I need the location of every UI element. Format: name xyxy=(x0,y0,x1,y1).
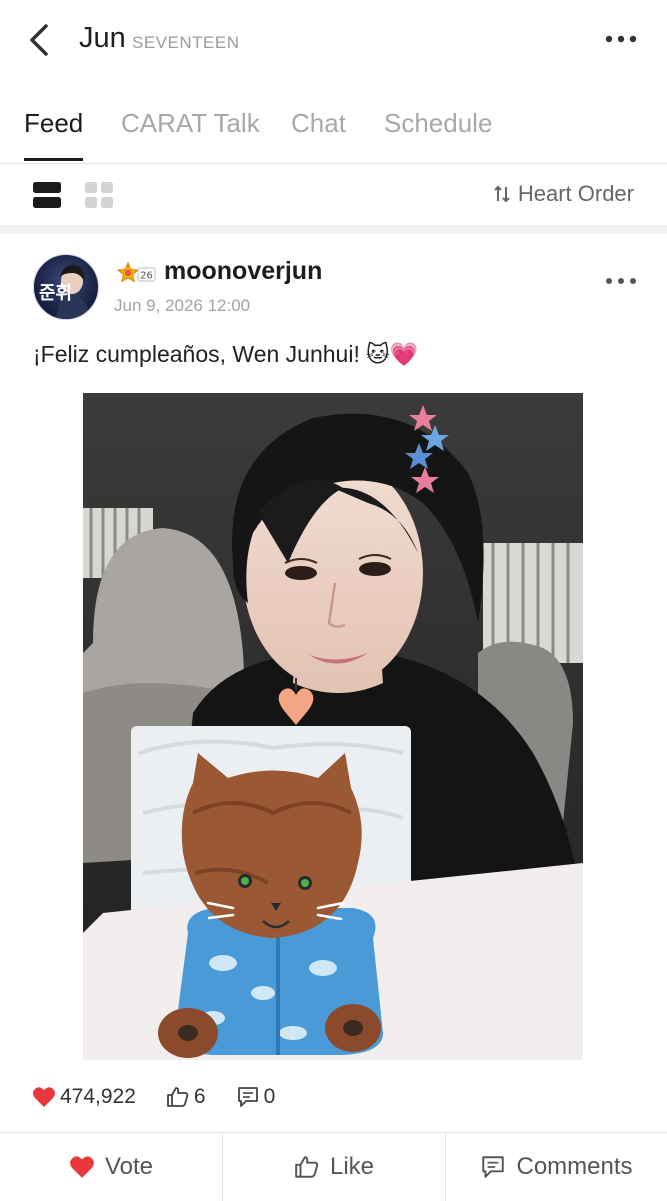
like-label: Like xyxy=(329,1153,375,1180)
thumbs-up-icon xyxy=(295,1156,319,1178)
photo-illustration xyxy=(83,393,583,1060)
vote-button[interactable]: Vote xyxy=(0,1133,222,1201)
avatar-text: 준휘 xyxy=(39,282,72,304)
tab-bar: Feed CARAT Talk Chat Schedule xyxy=(0,98,667,164)
heart-icon xyxy=(70,1156,94,1178)
thumbs-up-icon xyxy=(167,1087,189,1107)
emoji-cat-heart: 🐱💗 xyxy=(365,341,419,367)
active-tab-indicator xyxy=(24,158,83,161)
sort-label: Heart Order xyxy=(517,181,634,206)
comment-count: 0 xyxy=(236,1085,276,1109)
action-bar: Vote Like Comments xyxy=(0,1132,667,1201)
chevron-left-icon[interactable] xyxy=(22,20,58,60)
avatar[interactable]: 준휘 xyxy=(33,254,99,320)
post-body: ¡Feliz cumpleaños, Wen Junhui! 🐱💗 xyxy=(33,341,418,368)
post-username[interactable]: moonoverjun xyxy=(164,257,322,286)
avatar-image: 준휘 xyxy=(39,264,90,319)
badge-number: 26 xyxy=(140,271,153,282)
comments-label: Comments xyxy=(516,1153,633,1180)
comment-icon xyxy=(237,1087,258,1107)
tab-carat-talk[interactable]: CARAT Talk xyxy=(121,108,260,139)
app-header: Jun SEVENTEEN xyxy=(0,0,667,80)
post-text: ¡Feliz cumpleaños, Wen Junhui! xyxy=(33,341,360,367)
page-title: Jun xyxy=(79,22,126,54)
post-photo[interactable] xyxy=(83,393,583,1060)
fan-level-badge-icon: 26 xyxy=(116,261,156,283)
tab-chat[interactable]: Chat xyxy=(291,108,346,139)
post-date: Jun 9, 2026 12:00 xyxy=(114,296,251,315)
view-toolbar: Heart Order xyxy=(0,164,667,225)
grid-view-icon[interactable] xyxy=(84,181,114,209)
comment-count-value: 0 xyxy=(263,1085,276,1108)
section-divider xyxy=(0,225,667,234)
heart-icon xyxy=(33,1087,55,1107)
post-more-icon[interactable] xyxy=(601,272,641,290)
page-subtitle: SEVENTEEN xyxy=(132,33,240,52)
comment-icon xyxy=(482,1156,505,1178)
post-stats: 474,922 6 0 xyxy=(32,1082,305,1112)
like-button[interactable]: Like xyxy=(223,1133,445,1201)
tab-feed[interactable]: Feed xyxy=(24,108,83,139)
more-horizontal-icon[interactable] xyxy=(601,30,641,48)
like-count-value: 6 xyxy=(193,1085,206,1108)
sort-button[interactable]: Heart Order xyxy=(492,181,634,207)
comments-button[interactable]: Comments xyxy=(446,1133,667,1201)
list-view-icon[interactable] xyxy=(32,181,62,209)
vote-label: Vote xyxy=(104,1153,154,1180)
heart-count-value: 474,922 xyxy=(60,1085,136,1108)
tab-schedule[interactable]: Schedule xyxy=(384,108,492,139)
heart-count: 474,922 xyxy=(32,1085,136,1109)
sort-icon xyxy=(494,185,510,203)
like-count: 6 xyxy=(166,1085,206,1109)
